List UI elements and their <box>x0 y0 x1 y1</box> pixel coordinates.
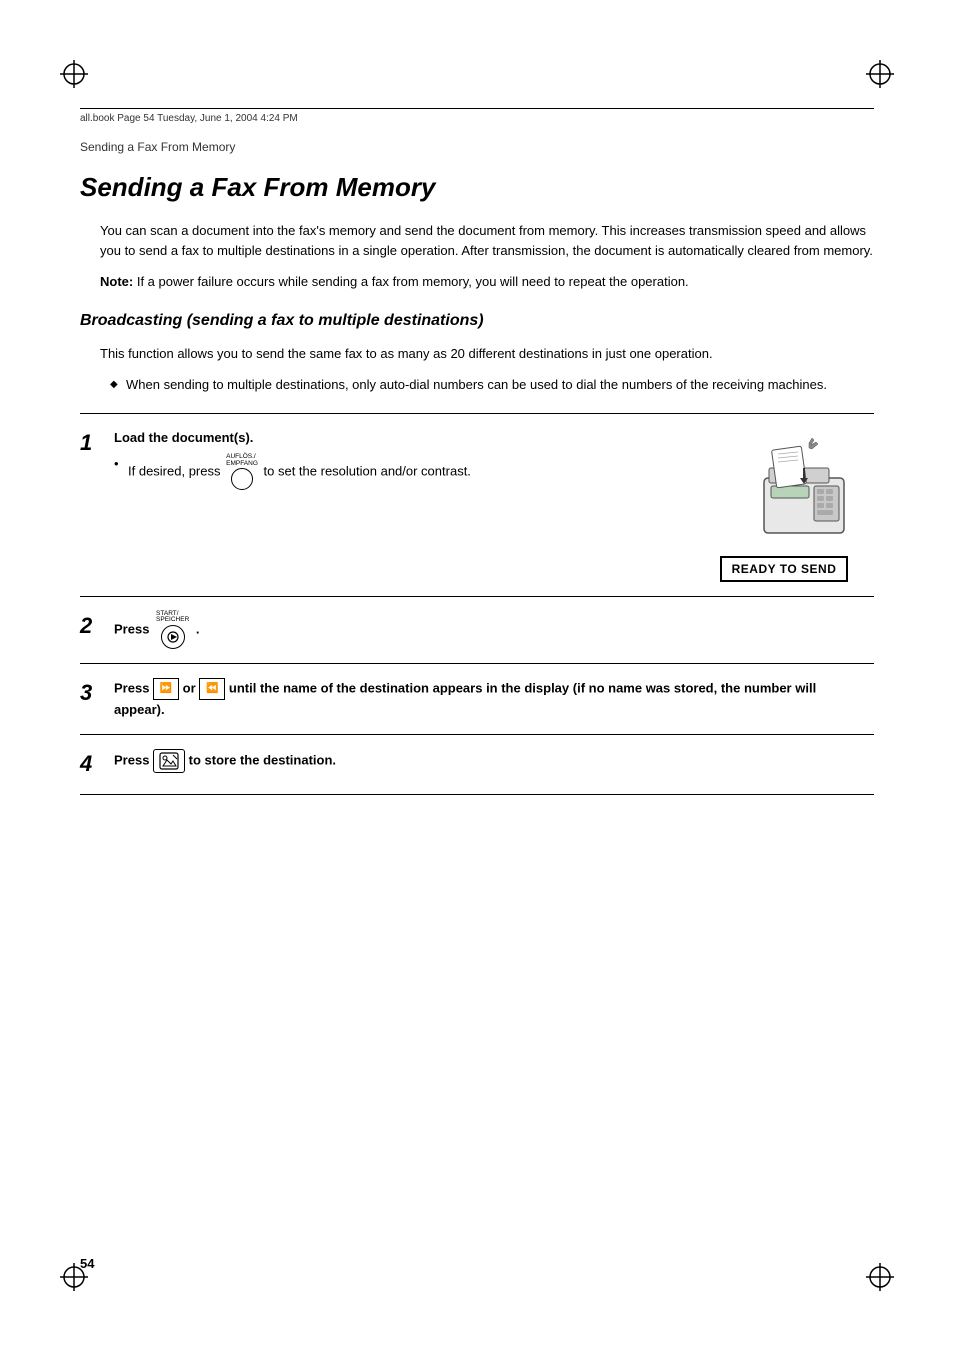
step-4: 4 Press to store the destination. <box>80 735 874 795</box>
step-2-content: Press START/SPEICHER . <box>114 611 874 649</box>
step-1-title: Load the document(s). <box>114 430 253 445</box>
step-3-or: or <box>183 680 200 695</box>
store-icon-svg <box>159 752 179 770</box>
page-number: 54 <box>80 1256 94 1271</box>
step-1: 1 Load the document(s). If desired, pres… <box>80 414 874 597</box>
step-3-content: Press ⏩ or ⏪ until the name of the desti… <box>114 678 874 721</box>
arrow-forward-button[interactable]: ⏩ <box>153 678 179 700</box>
arrow-back-button[interactable]: ⏪ <box>199 678 225 700</box>
step-4-content: Press to store the destination. <box>114 749 874 773</box>
start-button[interactable] <box>161 625 185 649</box>
step-4-text: to store the destination. <box>189 753 336 768</box>
header-bar: all.book Page 54 Tuesday, June 1, 2004 4… <box>80 108 874 124</box>
note-body: If a power failure occurs while sending … <box>137 274 689 289</box>
step-1-image: READY TO SEND <box>694 428 874 582</box>
page-title: Sending a Fax From Memory <box>80 172 874 203</box>
note-text: Note: If a power failure occurs while se… <box>100 272 874 292</box>
step-3-number: 3 <box>80 678 114 706</box>
resolution-btn-label: AUFLÖS./EMPFANG <box>226 454 258 467</box>
subsection-body: This function allows you to send the sam… <box>100 344 874 364</box>
step-2-period: . <box>196 621 200 636</box>
start-btn-label: START/SPEICHER <box>156 611 189 624</box>
resolution-button[interactable] <box>231 468 253 490</box>
steps-container: 1 Load the document(s). If desired, pres… <box>80 413 874 796</box>
resolution-button-wrapper: AUFLÖS./EMPFANG <box>226 454 258 490</box>
ready-to-send-box: READY TO SEND <box>720 556 849 582</box>
step-2-title: Press <box>114 621 149 636</box>
store-button[interactable] <box>153 749 185 773</box>
step-3: 3 Press ⏩ or ⏪ until the name of the des… <box>80 664 874 736</box>
corner-mark-tl <box>60 60 100 100</box>
step-2: 2 Press START/SPEICHER . <box>80 597 874 664</box>
step-1-number: 1 <box>80 428 114 456</box>
step-1-bullet: If desired, press AUFLÖS./EMPFANG to set… <box>114 454 684 490</box>
intro-text: You can scan a document into the fax's m… <box>100 221 874 260</box>
step-4-press: Press <box>114 753 153 768</box>
note-label: Note: <box>100 274 133 289</box>
corner-mark-tr <box>854 60 894 100</box>
main-content: Sending a Fax From Memory Sending a Fax … <box>80 130 874 1271</box>
start-button-wrapper: START/SPEICHER <box>156 611 189 649</box>
step-2-number: 2 <box>80 611 114 639</box>
bullet-item-1: When sending to multiple destinations, o… <box>110 375 874 395</box>
subsection-title: Broadcasting (sending a fax to multiple … <box>80 312 874 330</box>
ready-to-send-text: READY TO SEND <box>732 562 837 576</box>
fax-machine-svg <box>704 428 864 548</box>
step-4-number: 4 <box>80 749 114 777</box>
step-1-content: Load the document(s). If desired, press … <box>114 428 694 491</box>
step-3-press: Press <box>114 680 153 695</box>
header-file-info: all.book Page 54 Tuesday, June 1, 2004 4… <box>80 113 298 124</box>
breadcrumb: Sending a Fax From Memory <box>80 140 874 154</box>
bullet-list: When sending to multiple destinations, o… <box>110 375 874 395</box>
